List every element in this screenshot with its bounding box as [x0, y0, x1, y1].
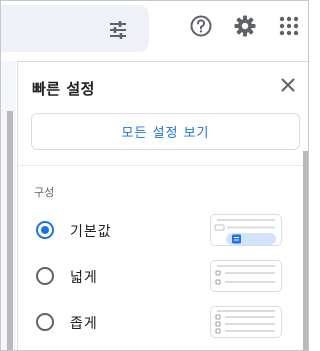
- option-label: 기본값: [70, 224, 112, 240]
- left-scrollbar[interactable]: [7, 111, 13, 350]
- divider: [18, 165, 308, 166]
- app-frame: 빠른 설정 모든 설정 보기 구성 기본값 넓게 좁게: [0, 0, 309, 351]
- panel-scrollbar[interactable]: [303, 151, 308, 350]
- help-circle-icon: [189, 14, 213, 42]
- option-label: 좁게: [70, 316, 98, 332]
- tune-icon: [108, 20, 128, 44]
- radio-comfortable[interactable]: [36, 267, 54, 285]
- apps-button[interactable]: [274, 13, 304, 43]
- gear-icon: [233, 14, 257, 42]
- density-option-default[interactable]: 기본값: [32, 212, 284, 248]
- density-comfortable-thumbnail: [210, 260, 282, 292]
- radio-default[interactable]: [36, 221, 54, 239]
- apps-grid-icon: [278, 15, 300, 41]
- close-icon: [281, 77, 295, 96]
- option-label: 넓게: [70, 270, 98, 286]
- help-button[interactable]: [186, 13, 216, 43]
- see-all-settings-button[interactable]: 모든 설정 보기: [31, 113, 300, 150]
- main-content-edge: [1, 61, 16, 350]
- radio-compact[interactable]: [36, 313, 54, 331]
- filter-options-button[interactable]: [105, 19, 131, 45]
- density-option-compact[interactable]: 좁게: [32, 304, 284, 340]
- settings-button[interactable]: [230, 13, 260, 43]
- density-compact-thumbnail: [210, 306, 282, 338]
- quick-settings-panel: 빠른 설정 모든 설정 보기 구성 기본값 넓게 좁게: [17, 61, 308, 350]
- density-section-label: 구성: [34, 186, 55, 199]
- density-option-comfortable[interactable]: 넓게: [32, 258, 284, 294]
- search-bar[interactable]: [1, 5, 149, 52]
- panel-title: 빠른 설정: [32, 80, 95, 98]
- density-default-thumbnail: [210, 214, 282, 246]
- close-panel-button[interactable]: [277, 75, 299, 97]
